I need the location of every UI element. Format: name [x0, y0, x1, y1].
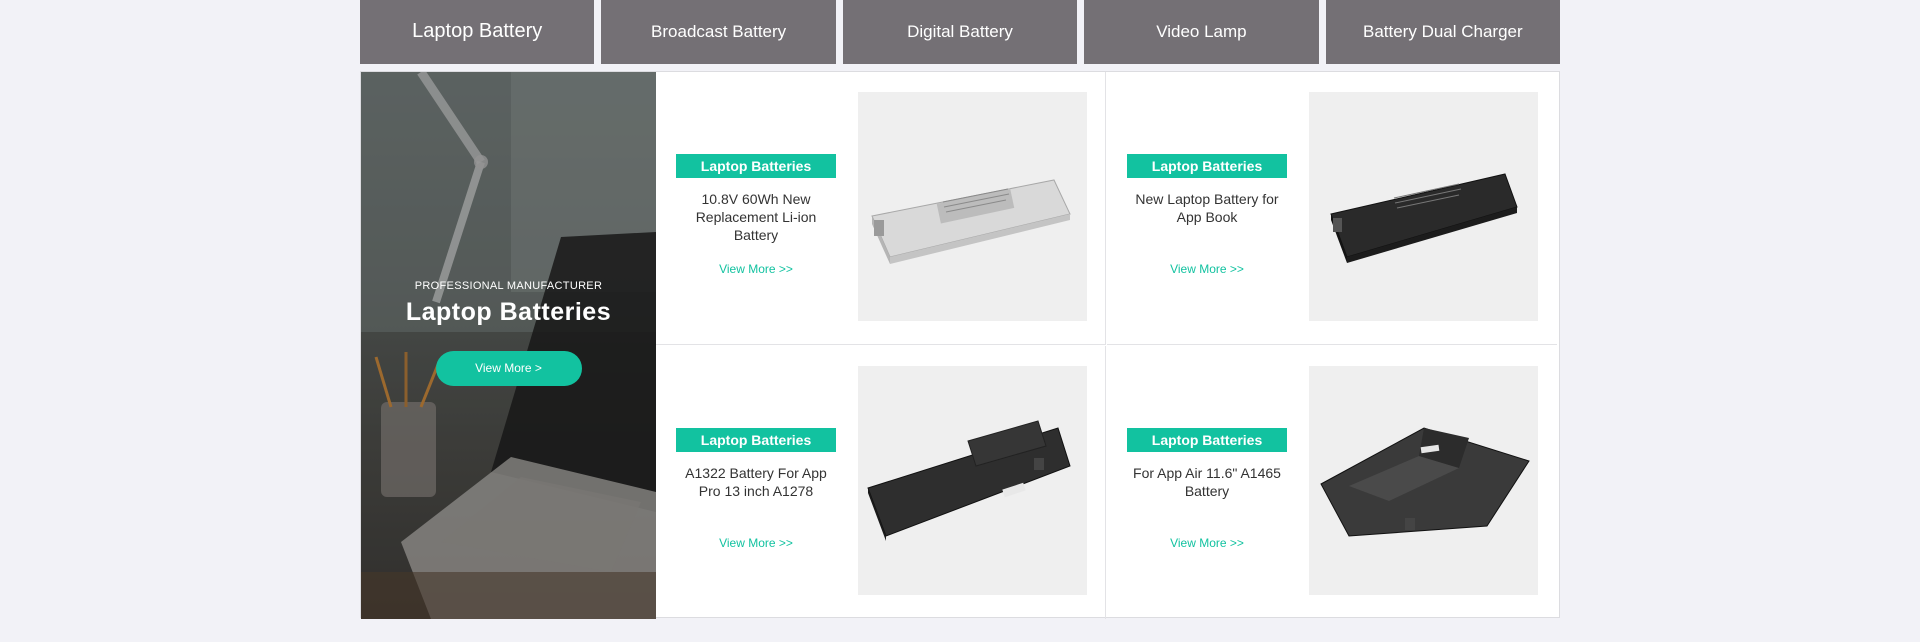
view-more-link[interactable]: View More >> [676, 536, 836, 550]
product-image[interactable] [1309, 92, 1538, 321]
product-image[interactable] [1309, 366, 1538, 595]
category-badge: Laptop Batteries [676, 428, 836, 452]
black-laptop-battery-image [1330, 173, 1518, 263]
hero-title: Laptop Batteries [405, 298, 612, 326]
tab-broadcast-battery[interactable]: Broadcast Battery [601, 0, 836, 64]
tab-video-lamp[interactable]: Video Lamp [1084, 0, 1319, 64]
category-tabs: Laptop Battery Broadcast Battery Digital… [360, 0, 1561, 64]
category-badge: Laptop Batteries [676, 154, 836, 178]
product-info: Laptop Batteries A1322 Battery For App P… [676, 346, 836, 619]
hero-view-more-button[interactable]: View More > [435, 351, 582, 386]
product-panel: PROFESSIONAL MANUFACTURER Laptop Batteri… [360, 71, 1560, 619]
product-name[interactable]: 10.8V 60Wh New Replacement Li-ion Batter… [676, 190, 836, 244]
product-card: Laptop Batteries New Laptop Battery for … [1107, 72, 1557, 345]
product-card: Laptop Batteries 10.8V 60Wh New Replacem… [656, 72, 1106, 345]
product-name[interactable]: New Laptop Battery for App Book [1127, 190, 1287, 226]
product-image[interactable] [858, 92, 1087, 321]
view-more-link[interactable]: View More >> [676, 262, 836, 276]
tab-laptop-battery[interactable]: Laptop Battery [360, 0, 595, 64]
silver-laptop-battery-image [871, 179, 1071, 264]
product-image[interactable] [858, 366, 1087, 595]
internal-battery-a1465-image [1320, 427, 1530, 537]
hero-kicker: PROFESSIONAL MANUFACTURER [414, 280, 603, 292]
product-showcase: Laptop Battery Broadcast Battery Digital… [360, 0, 1561, 619]
product-name[interactable]: For App Air 11.6" A1465 Battery [1127, 464, 1287, 500]
product-grid: Laptop Batteries 10.8V 60Wh New Replacem… [656, 72, 1560, 619]
category-badge: Laptop Batteries [1127, 428, 1287, 452]
tab-digital-battery[interactable]: Digital Battery [842, 0, 1078, 64]
product-info: Laptop Batteries New Laptop Battery for … [1127, 72, 1287, 344]
product-card: Laptop Batteries A1322 Battery For App P… [656, 346, 1106, 619]
product-name[interactable]: A1322 Battery For App Pro 13 inch A1278 [676, 464, 836, 500]
product-info: Laptop Batteries For App Air 11.6" A1465… [1127, 346, 1287, 619]
hero-banner: PROFESSIONAL MANUFACTURER Laptop Batteri… [361, 72, 656, 619]
hero-content: PROFESSIONAL MANUFACTURER Laptop Batteri… [361, 280, 656, 386]
product-card: Laptop Batteries For App Air 11.6" A1465… [1107, 346, 1557, 619]
tab-battery-dual-charger[interactable]: Battery Dual Charger [1325, 0, 1561, 64]
category-badge: Laptop Batteries [1127, 154, 1287, 178]
internal-battery-a1322-image [867, 420, 1071, 541]
view-more-link[interactable]: View More >> [1127, 262, 1287, 276]
view-more-link[interactable]: View More >> [1127, 536, 1287, 550]
product-info: Laptop Batteries 10.8V 60Wh New Replacem… [676, 72, 836, 344]
